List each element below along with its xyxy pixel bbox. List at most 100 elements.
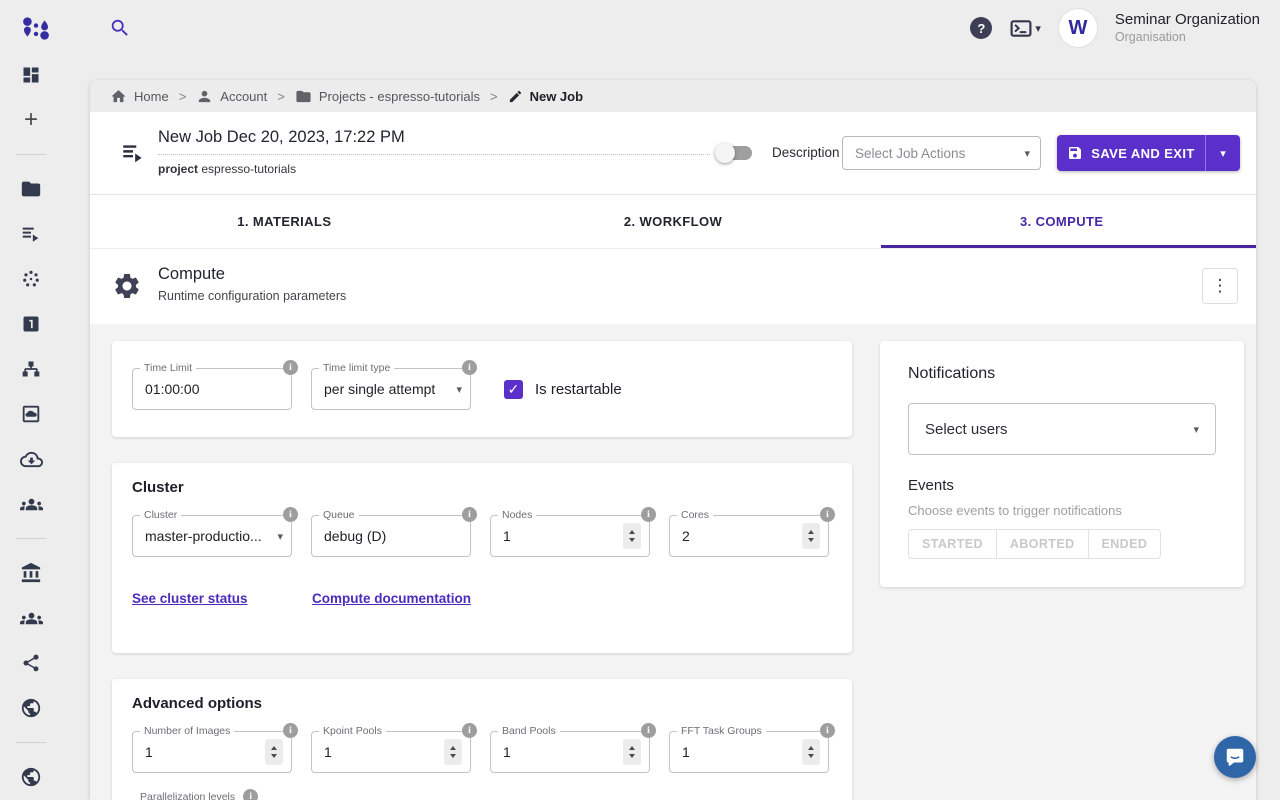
info-icon[interactable]: i (820, 723, 835, 738)
description-toggle[interactable] (718, 146, 752, 160)
sidebar-divider (16, 538, 46, 539)
chevron-down-icon: ▾ (277, 530, 283, 543)
field-label: Cores (677, 509, 713, 521)
stepper-control[interactable] (802, 739, 820, 765)
console-icon[interactable]: ▾ (1010, 20, 1041, 37)
kebab-menu-button[interactable]: ⋮ (1202, 268, 1238, 304)
active-tab-indicator (881, 245, 1256, 248)
compute-documentation-link[interactable]: Compute documentation (312, 591, 471, 606)
folder-icon (295, 88, 312, 105)
fft-task-groups-stepper[interactable]: FFT Task Groups 1 i (669, 731, 829, 773)
stepper-control[interactable] (623, 523, 641, 549)
tab-materials[interactable]: 1. MATERIALS (90, 195, 479, 248)
event-aborted-button[interactable]: ABORTED (996, 529, 1089, 559)
cores-stepper[interactable]: Cores 2 i (669, 515, 829, 557)
team-icon[interactable] (19, 492, 43, 516)
help-icon[interactable]: ? (970, 17, 992, 39)
org-block[interactable]: Seminar Organization Organisation (1115, 11, 1260, 45)
is-restartable-checkbox[interactable]: ✓ Is restartable (504, 368, 622, 410)
notifications-card: Notifications Select users ▾ Events Choo… (880, 341, 1244, 587)
pencil-icon (508, 89, 523, 104)
tab-workflow[interactable]: 2. WORKFLOW (479, 195, 868, 248)
jobs-list-icon[interactable] (19, 222, 43, 246)
info-icon[interactable]: i (641, 723, 656, 738)
info-icon[interactable]: i (820, 507, 835, 522)
field-label: Parallelization levels (140, 791, 235, 800)
search-icon[interactable] (102, 10, 138, 46)
save-menu-caret[interactable]: ▾ (1206, 147, 1240, 160)
save-and-exit-button[interactable]: SAVE AND EXIT ▾ (1057, 135, 1240, 171)
person-icon (196, 88, 213, 105)
main-content-card: Home > Account > Projects - espresso-tut… (90, 80, 1256, 800)
field-label: Number of Images (140, 725, 234, 737)
breadcrumb-new-job[interactable]: New Job (508, 89, 583, 104)
tab-compute[interactable]: 3. COMPUTE (867, 195, 1256, 248)
field-label: Band Pools (498, 725, 560, 737)
looks-one-icon[interactable] (19, 312, 43, 336)
notifications-title: Notifications (908, 365, 995, 383)
institution-icon[interactable] (19, 561, 43, 585)
number-of-images-stepper[interactable]: Number of Images 1 i (132, 731, 292, 773)
collaborators-icon[interactable] (19, 606, 43, 630)
queue-field[interactable]: Queue debug (D) i (311, 515, 471, 557)
event-started-button[interactable]: STARTED (908, 529, 997, 559)
dashboard-icon[interactable] (19, 63, 43, 87)
info-icon[interactable]: i (283, 507, 298, 522)
job-title-input[interactable]: New Job Dec 20, 2023, 17:22 PM (158, 128, 710, 155)
chat-icon (1224, 746, 1246, 768)
info-icon[interactable]: i (641, 507, 656, 522)
info-icon[interactable]: i (462, 360, 477, 375)
kpoint-pools-stepper[interactable]: Kpoint Pools 1 i (311, 731, 471, 773)
info-icon[interactable]: i (462, 723, 477, 738)
home-icon (110, 88, 127, 105)
org-name: Seminar Organization (1115, 11, 1260, 30)
save-icon (1067, 145, 1083, 161)
add-icon[interactable]: + (19, 108, 43, 132)
info-icon[interactable]: i (243, 789, 258, 800)
band-pools-stepper[interactable]: Band Pools 1 i (490, 731, 650, 773)
event-buttons-group: STARTED ABORTED ENDED (908, 529, 1161, 559)
breadcrumb-projects[interactable]: Projects - espresso-tutorials (295, 88, 480, 105)
chevron-down-icon: ▾ (1024, 147, 1030, 160)
stepper-control[interactable] (623, 739, 641, 765)
select-users-dropdown[interactable]: Select users ▾ (908, 403, 1216, 455)
avatar[interactable]: W (1059, 9, 1097, 47)
gear-icon (112, 271, 142, 306)
stepper-control[interactable] (802, 523, 820, 549)
breadcrumb-home[interactable]: Home (110, 88, 169, 105)
parallelization-levels-label-row: Parallelization levels i (140, 789, 258, 800)
media-icon[interactable] (19, 402, 43, 426)
folder-icon[interactable] (19, 177, 43, 201)
see-cluster-status-link[interactable]: See cluster status (132, 591, 248, 606)
cloud-upload-icon[interactable] (19, 447, 43, 471)
materials-dots-icon[interactable] (19, 267, 43, 291)
time-limit-field[interactable]: Time Limit 01:00:00 i (132, 368, 292, 410)
info-icon[interactable]: i (462, 507, 477, 522)
job-header: New Job Dec 20, 2023, 17:22 PM project e… (90, 112, 1256, 195)
share-icon[interactable] (19, 651, 43, 675)
field-label: Kpoint Pools (319, 725, 386, 737)
info-icon[interactable]: i (283, 360, 298, 375)
sidebar-divider (16, 742, 46, 743)
event-ended-button[interactable]: ENDED (1088, 529, 1162, 559)
info-icon[interactable]: i (283, 723, 298, 738)
sidebar-divider (16, 154, 46, 155)
workflows-tree-icon[interactable] (19, 357, 43, 381)
events-title: Events (908, 477, 954, 494)
stepper-control[interactable] (265, 739, 283, 765)
field-label: Time Limit (140, 362, 196, 374)
cluster-select[interactable]: Cluster master-productio... ▾ i (132, 515, 292, 557)
nodes-stepper[interactable]: Nodes 1 i (490, 515, 650, 557)
stepper-control[interactable] (444, 739, 462, 765)
chat-bubble-button[interactable] (1214, 736, 1256, 778)
compute-title: Compute (158, 265, 346, 284)
globe-partial-icon[interactable] (19, 765, 43, 789)
time-limit-type-select[interactable]: Time limit type per single attempt ▾ i (311, 368, 471, 410)
checkbox-checked-icon: ✓ (504, 380, 523, 399)
app-logo-icon[interactable] (18, 12, 54, 44)
chevron-right-icon: > (179, 89, 187, 104)
breadcrumb-account[interactable]: Account (196, 88, 267, 105)
job-actions-select[interactable]: Select Job Actions ▾ (842, 136, 1041, 170)
globe-icon[interactable] (19, 696, 43, 720)
field-label: Queue (319, 509, 359, 521)
